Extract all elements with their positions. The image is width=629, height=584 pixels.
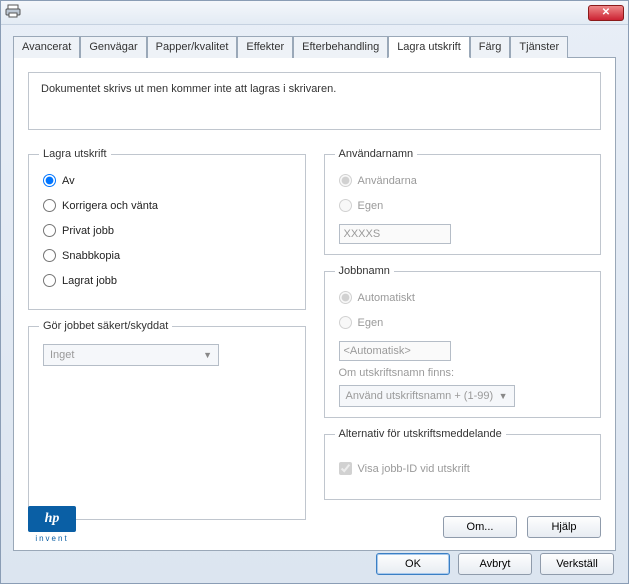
- label-snabbkopia: Snabbkopia: [62, 250, 120, 262]
- opt-korrigera[interactable]: Korrigera och vänta: [43, 199, 295, 212]
- close-icon: ✕: [602, 7, 610, 18]
- group-secure: Gör jobbet säkert/skyddat Inget ▼: [28, 320, 306, 520]
- cancel-button[interactable]: Avbryt: [458, 553, 532, 575]
- legend-secure: Gör jobbet säkert/skyddat: [39, 320, 172, 332]
- label-korrigera: Korrigera och vänta: [62, 200, 158, 212]
- hp-logo-icon: hp: [28, 506, 76, 532]
- radio-jobname-own: [339, 316, 352, 329]
- label-privat: Privat jobb: [62, 225, 114, 237]
- label-av: Av: [62, 175, 75, 187]
- legend-username: Användarnamn: [335, 148, 418, 160]
- opt-snabbkopia[interactable]: Snabbkopia: [43, 249, 295, 262]
- tab-efterbehandling[interactable]: Efterbehandling: [293, 36, 388, 58]
- opt-username-auto: Användarna: [339, 174, 591, 187]
- radio-jobname-auto: [339, 291, 352, 304]
- group-lagra-utskrift: Lagra utskrift Av Korrigera och vänta Pr…: [28, 148, 306, 310]
- checkbox-show-jobid: [339, 462, 352, 475]
- label-jobname-auto: Automatiskt: [358, 292, 415, 304]
- close-button[interactable]: ✕: [588, 5, 624, 21]
- hp-logo-sub: invent: [28, 534, 76, 543]
- chevron-down-icon: ▼: [203, 350, 212, 360]
- about-button[interactable]: Om...: [443, 516, 517, 538]
- label-show-jobid: Visa jobb-ID vid utskrift: [358, 463, 470, 475]
- label-username-own: Egen: [358, 200, 384, 212]
- apply-button[interactable]: Verkställ: [540, 553, 614, 575]
- username-field: [339, 224, 451, 244]
- radio-av[interactable]: [43, 174, 56, 187]
- label-jobname-own: Egen: [358, 317, 384, 329]
- tab-farg[interactable]: Färg: [470, 36, 511, 58]
- jobname-field: [339, 341, 451, 361]
- opt-jobname-auto: Automatiskt: [339, 291, 591, 304]
- secure-select[interactable]: Inget ▼: [43, 344, 219, 366]
- label-username-auto: Användarna: [358, 175, 417, 187]
- jobname-select: Använd utskriftsnamn + (1-99) ▼: [339, 385, 515, 407]
- opt-lagrat[interactable]: Lagrat jobb: [43, 274, 295, 287]
- tab-papper-kvalitet[interactable]: Papper/kvalitet: [147, 36, 238, 58]
- jobname-note: Om utskriftsnamn finns:: [339, 367, 591, 379]
- group-alt: Alternativ för utskriftsmeddelande Visa …: [324, 428, 602, 500]
- help-button[interactable]: Hjälp: [527, 516, 601, 538]
- tab-genvagar[interactable]: Genvägar: [80, 36, 146, 58]
- radio-username-auto: [339, 174, 352, 187]
- tab-lagra-utskrift[interactable]: Lagra utskrift: [388, 36, 470, 58]
- opt-privat[interactable]: Privat jobb: [43, 224, 295, 237]
- group-username: Användarnamn Användarna Egen: [324, 148, 602, 255]
- opt-username-own: Egen: [339, 199, 591, 212]
- hp-logo: hp invent: [28, 506, 76, 540]
- radio-snabbkopia[interactable]: [43, 249, 56, 262]
- tab-avancerat[interactable]: Avancerat: [13, 36, 80, 58]
- legend-lagra-utskrift: Lagra utskrift: [39, 148, 111, 160]
- titlebar: ✕: [1, 1, 628, 25]
- tab-effekter[interactable]: Effekter: [237, 36, 293, 58]
- group-jobname: Jobbnamn Automatiskt Egen Om utskriftsna…: [324, 265, 602, 418]
- secure-select-value: Inget: [50, 349, 74, 361]
- jobname-select-value: Använd utskriftsnamn + (1-99): [346, 390, 494, 402]
- radio-privat[interactable]: [43, 224, 56, 237]
- tabs: Avancerat Genvägar Papper/kvalitet Effek…: [13, 35, 616, 58]
- message-text: Dokumentet skrivs ut men kommer inte att…: [41, 83, 336, 95]
- label-lagrat: Lagrat jobb: [62, 275, 117, 287]
- printer-icon: [5, 3, 21, 22]
- opt-jobname-own: Egen: [339, 316, 591, 329]
- check-show-jobid: Visa jobb-ID vid utskrift: [339, 462, 591, 475]
- message-box: Dokumentet skrivs ut men kommer inte att…: [28, 72, 601, 130]
- opt-av[interactable]: Av: [43, 174, 295, 187]
- legend-jobname: Jobbnamn: [335, 265, 394, 277]
- ok-button[interactable]: OK: [376, 553, 450, 575]
- tab-panel: Dokumentet skrivs ut men kommer inte att…: [13, 58, 616, 551]
- radio-korrigera[interactable]: [43, 199, 56, 212]
- radio-username-own: [339, 199, 352, 212]
- legend-alt: Alternativ för utskriftsmeddelande: [335, 428, 506, 440]
- radio-lagrat[interactable]: [43, 274, 56, 287]
- chevron-down-icon: ▼: [499, 391, 508, 401]
- tab-tjanster[interactable]: Tjänster: [510, 36, 568, 58]
